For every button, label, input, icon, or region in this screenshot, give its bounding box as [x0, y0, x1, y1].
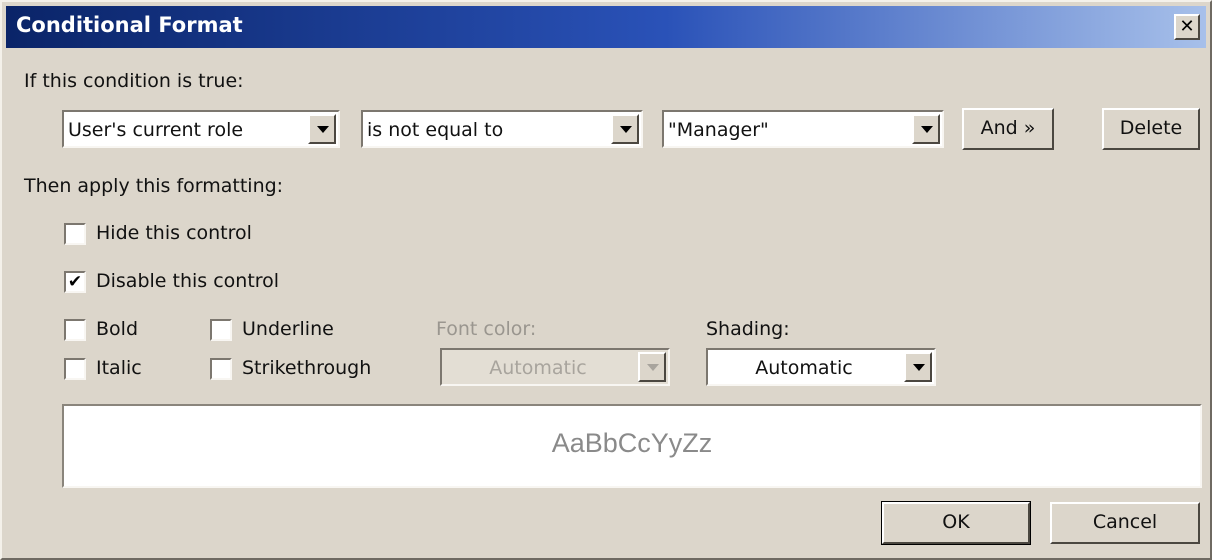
condition-value-text: "Manager" — [668, 119, 769, 141]
format-preview: AaBbCcYyZz — [62, 404, 1202, 488]
font-color-value: Automatic — [489, 357, 587, 379]
font-color-label: Font color: — [436, 318, 537, 340]
shading-value: Automatic — [755, 357, 853, 379]
condition-value-select[interactable]: "Manager" — [662, 110, 944, 148]
dialog-title: Conditional Format — [16, 13, 243, 37]
formatting-heading: Then apply this formatting: — [24, 175, 284, 197]
font-color-select: Automatic — [440, 348, 670, 386]
chevron-down-icon[interactable] — [611, 114, 639, 144]
close-icon: ✕ — [1179, 16, 1195, 37]
shading-select[interactable]: Automatic — [706, 348, 936, 386]
title-bar[interactable]: Conditional Format ✕ — [6, 6, 1206, 48]
hide-control-checkbox[interactable] — [64, 223, 86, 245]
preview-sample-text: AaBbCcYyZz — [551, 428, 713, 458]
underline-checkbox[interactable] — [210, 319, 232, 341]
close-button[interactable]: ✕ — [1174, 14, 1200, 40]
chevron-down-icon — [638, 352, 666, 382]
shading-label: Shading: — [706, 318, 790, 340]
ok-button[interactable]: OK — [881, 501, 1031, 545]
disable-control-label[interactable]: Disable this control — [96, 270, 279, 292]
cancel-button[interactable]: Cancel — [1050, 502, 1200, 544]
chevron-down-icon[interactable] — [912, 114, 940, 144]
italic-label[interactable]: Italic — [96, 357, 142, 379]
hide-control-label[interactable]: Hide this control — [96, 222, 252, 244]
condition-operator-value: is not equal to — [367, 119, 504, 141]
strikethrough-checkbox[interactable] — [210, 358, 232, 380]
and-button[interactable]: And » — [962, 108, 1054, 150]
condition-heading: If this condition is true: — [24, 70, 244, 92]
chevron-down-icon[interactable] — [308, 114, 336, 144]
condition-operator-select[interactable]: is not equal to — [361, 110, 643, 148]
checkmark-icon: ✔ — [67, 272, 83, 292]
disable-control-checkbox[interactable]: ✔ — [64, 271, 86, 293]
chevron-down-icon[interactable] — [904, 352, 932, 382]
delete-button[interactable]: Delete — [1102, 108, 1200, 150]
italic-checkbox[interactable] — [64, 358, 86, 380]
condition-field-value: User's current role — [68, 119, 244, 141]
bold-checkbox[interactable] — [64, 319, 86, 341]
conditional-format-dialog: Conditional Format ✕ If this condition i… — [0, 0, 1212, 560]
bold-label[interactable]: Bold — [96, 318, 138, 340]
underline-label[interactable]: Underline — [242, 318, 334, 340]
condition-field-select[interactable]: User's current role — [62, 110, 340, 148]
strikethrough-label[interactable]: Strikethrough — [242, 357, 371, 379]
